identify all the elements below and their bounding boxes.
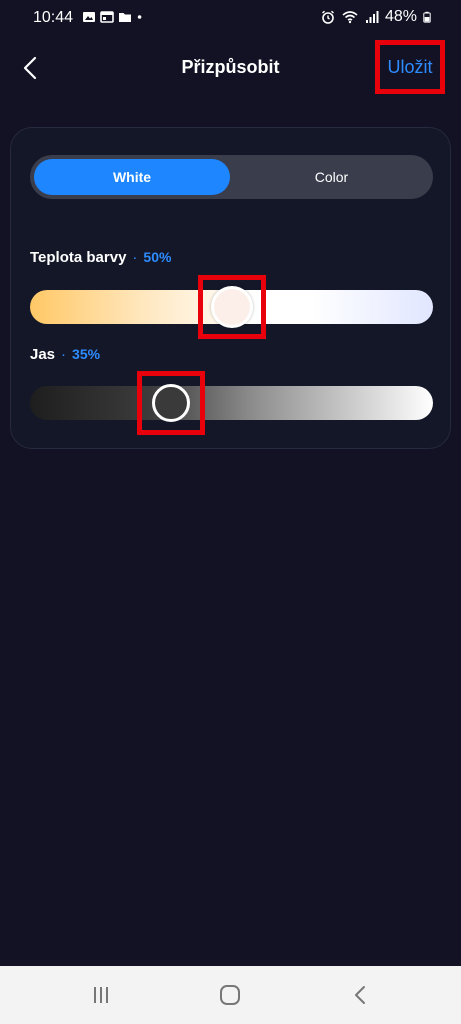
brightness-slider-track[interactable] xyxy=(30,386,433,420)
settings-card: White Color Teplota barvy · 50% Jas · 35% xyxy=(10,127,451,449)
calendar-icon xyxy=(100,11,114,23)
recent-apps-icon xyxy=(94,987,108,1003)
save-button[interactable]: Uložit xyxy=(375,40,445,94)
wifi-icon xyxy=(342,11,358,24)
brightness-value: 35% xyxy=(72,346,101,362)
battery-percentage: 48% xyxy=(384,8,417,25)
home-icon xyxy=(220,985,240,1005)
temperature-separator: · xyxy=(132,249,138,266)
back-icon xyxy=(355,986,365,1004)
temperature-label-text: Teplota barvy xyxy=(30,249,127,266)
brightness-separator: · xyxy=(61,346,67,363)
brightness-slider-thumb[interactable] xyxy=(152,384,191,422)
mode-white-tab[interactable]: White xyxy=(34,159,230,195)
image-icon xyxy=(83,12,95,22)
system-nav-bar xyxy=(0,966,461,1024)
status-right: 48% xyxy=(321,8,431,26)
header: Přizpůsobit Uložit xyxy=(0,40,461,96)
status-time: 10:44 xyxy=(33,9,74,26)
status-left-icons xyxy=(82,10,146,24)
battery-icon xyxy=(423,11,431,23)
temperature-value: 50% xyxy=(143,249,172,265)
nav-back-button[interactable] xyxy=(346,983,374,1007)
temperature-label: Teplota barvy · 50% xyxy=(30,249,171,266)
signal-icon xyxy=(365,11,379,23)
mode-color-tab[interactable]: Color xyxy=(234,159,429,195)
alarm-icon xyxy=(322,10,334,24)
brightness-label: Jas · 35% xyxy=(30,346,100,363)
mode-toggle: White Color xyxy=(30,155,433,199)
home-button[interactable] xyxy=(216,983,244,1007)
notification-dot-icon xyxy=(137,15,142,19)
brightness-label-text: Jas xyxy=(30,346,56,363)
temperature-slider-thumb[interactable] xyxy=(210,286,253,328)
recent-apps-button[interactable] xyxy=(87,983,115,1007)
status-bar: 10:44 48% xyxy=(0,0,461,36)
folder-icon xyxy=(119,13,131,22)
